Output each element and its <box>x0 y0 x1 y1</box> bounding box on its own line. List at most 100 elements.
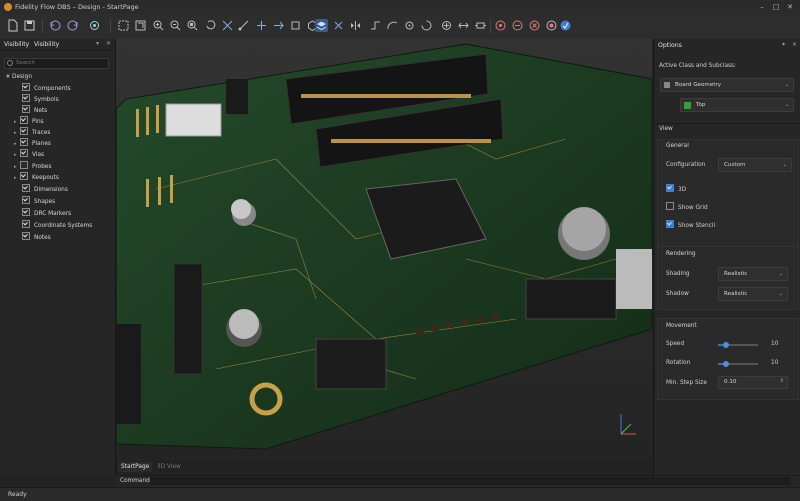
view-side-icon[interactable] <box>272 19 285 32</box>
checkbox[interactable] <box>22 83 30 91</box>
tab-visibility-secondary[interactable]: Visibility <box>34 41 59 48</box>
flip-icon[interactable] <box>332 19 345 32</box>
zoom-fit-icon[interactable] <box>134 19 147 32</box>
orbit-icon[interactable] <box>494 19 507 32</box>
select-icon[interactable] <box>117 19 130 32</box>
view-section-title: View <box>659 126 673 132</box>
view-front-icon[interactable] <box>289 19 302 32</box>
tree-node[interactable]: Components <box>22 83 71 94</box>
route-icon[interactable] <box>369 19 382 32</box>
tab-3d-view[interactable]: 3D View <box>154 462 184 472</box>
stepper-icon[interactable]: ⇕ <box>780 376 784 387</box>
tree-node[interactable]: Symbols <box>22 94 59 105</box>
zoom-area-icon[interactable] <box>186 19 199 32</box>
save-icon[interactable] <box>23 19 36 32</box>
share-icon[interactable] <box>559 19 572 32</box>
component-icon[interactable] <box>474 19 487 32</box>
tree-node[interactable]: DRC Markers <box>22 208 71 219</box>
tree-node[interactable]: Dimensions <box>22 184 68 195</box>
rotation-slider-handle[interactable] <box>723 361 729 367</box>
checkbox-show-stencil[interactable]: Show Stencil <box>666 220 715 229</box>
via-icon[interactable] <box>403 19 416 32</box>
snap-icon[interactable] <box>221 19 234 32</box>
tree-node[interactable]: Notes <box>22 232 51 243</box>
checkbox[interactable] <box>666 202 674 210</box>
checkbox[interactable] <box>20 127 28 135</box>
tab-visibility[interactable]: Visibility <box>4 41 29 48</box>
tree-node[interactable]: ▸ Probes <box>14 161 51 172</box>
general-title: General <box>666 143 689 149</box>
shadow-dropdown[interactable]: Realistic ⌄ <box>718 287 788 301</box>
drc-icon[interactable] <box>511 19 524 32</box>
checkbox[interactable] <box>20 138 28 146</box>
status-bar: Ready <box>0 487 800 501</box>
configuration-dropdown[interactable]: Custom ⌄ <box>718 158 792 172</box>
checkbox[interactable] <box>22 94 30 102</box>
checkbox[interactable] <box>22 196 30 204</box>
rotation-label: Rotation <box>666 360 691 366</box>
record-icon[interactable] <box>545 19 558 32</box>
checkbox[interactable] <box>20 161 28 169</box>
tree-node[interactable]: ▸ Traces <box>14 127 50 138</box>
command-input[interactable] <box>150 477 790 485</box>
checkbox[interactable] <box>22 220 30 228</box>
checkbox[interactable] <box>20 149 28 157</box>
checkbox[interactable] <box>22 184 30 192</box>
tree-node[interactable]: ▸ Keepouts <box>14 172 59 183</box>
distribute-icon[interactable] <box>440 19 453 32</box>
checkbox[interactable] <box>20 116 28 124</box>
chevron-down-icon: ⌄ <box>784 82 789 88</box>
pcb-board-render <box>116 39 652 460</box>
maximize-button[interactable]: □ <box>771 2 781 12</box>
checkbox-3d[interactable]: 3D <box>666 184 686 193</box>
view-top-icon[interactable] <box>255 19 268 32</box>
checkbox[interactable] <box>20 172 28 180</box>
tree-node[interactable]: Nets <box>22 105 47 116</box>
layers-icon[interactable] <box>315 19 328 32</box>
panel-close-icon[interactable]: ✕ <box>106 40 111 47</box>
zoom-in-icon[interactable] <box>152 19 165 32</box>
class-dropdown[interactable]: Board Geometry ⌄ <box>660 78 794 92</box>
checkbox[interactable] <box>22 105 30 113</box>
checkbox[interactable] <box>22 232 30 240</box>
subclass-dropdown[interactable]: Top ⌄ <box>680 98 794 112</box>
close-button[interactable]: ✕ <box>785 2 795 12</box>
tree-node[interactable]: ▸ Pins <box>14 116 44 127</box>
pin-icon[interactable]: ▾ <box>96 40 99 47</box>
fit-icon[interactable] <box>457 19 470 32</box>
measure-icon[interactable] <box>238 19 251 32</box>
checkbox[interactable] <box>666 184 674 192</box>
redo-icon[interactable] <box>66 19 79 32</box>
checkbox[interactable] <box>666 220 674 228</box>
search-icon <box>7 60 13 66</box>
align-icon[interactable] <box>420 19 433 32</box>
min-step-size-input[interactable]: 0.10 ⇕ <box>718 376 788 389</box>
class-icon <box>664 82 670 88</box>
settings-icon[interactable] <box>88 19 101 32</box>
tree-node[interactable]: ▸ Vias <box>14 149 44 160</box>
highlight-icon[interactable] <box>528 19 541 32</box>
mirror-icon[interactable] <box>349 19 362 32</box>
panel-close-icon[interactable]: ✕ <box>792 41 797 48</box>
rotate-icon[interactable] <box>204 19 217 32</box>
minimize-button[interactable]: – <box>757 2 767 12</box>
tab-startpage[interactable]: StartPage <box>118 462 153 472</box>
arc-icon[interactable] <box>386 19 399 32</box>
3d-viewport[interactable] <box>116 39 652 460</box>
shading-dropdown[interactable]: Realistic ⌄ <box>718 267 788 281</box>
shadow-label: Shadow <box>666 291 689 297</box>
tree-node[interactable]: ▸ Planes <box>14 138 51 149</box>
rendering-title: Rendering <box>666 251 696 257</box>
pin-icon[interactable]: ▾ <box>782 41 785 48</box>
tree-node[interactable]: Shapes <box>22 196 55 207</box>
zoom-out-icon[interactable] <box>169 19 182 32</box>
tree-node-design[interactable]: ▼ Design <box>6 72 32 83</box>
search-input[interactable]: Search <box>4 58 109 69</box>
speed-slider-handle[interactable] <box>723 342 729 348</box>
checkbox-show-grid[interactable]: Show Grid <box>666 202 708 211</box>
tree-node[interactable]: Coordinate Systems <box>22 220 92 231</box>
checkbox[interactable] <box>22 208 30 216</box>
window-title: Fidelity Flow DBS – Design - StartPage <box>15 3 139 11</box>
new-file-icon[interactable] <box>6 19 19 32</box>
undo-icon[interactable] <box>49 19 62 32</box>
